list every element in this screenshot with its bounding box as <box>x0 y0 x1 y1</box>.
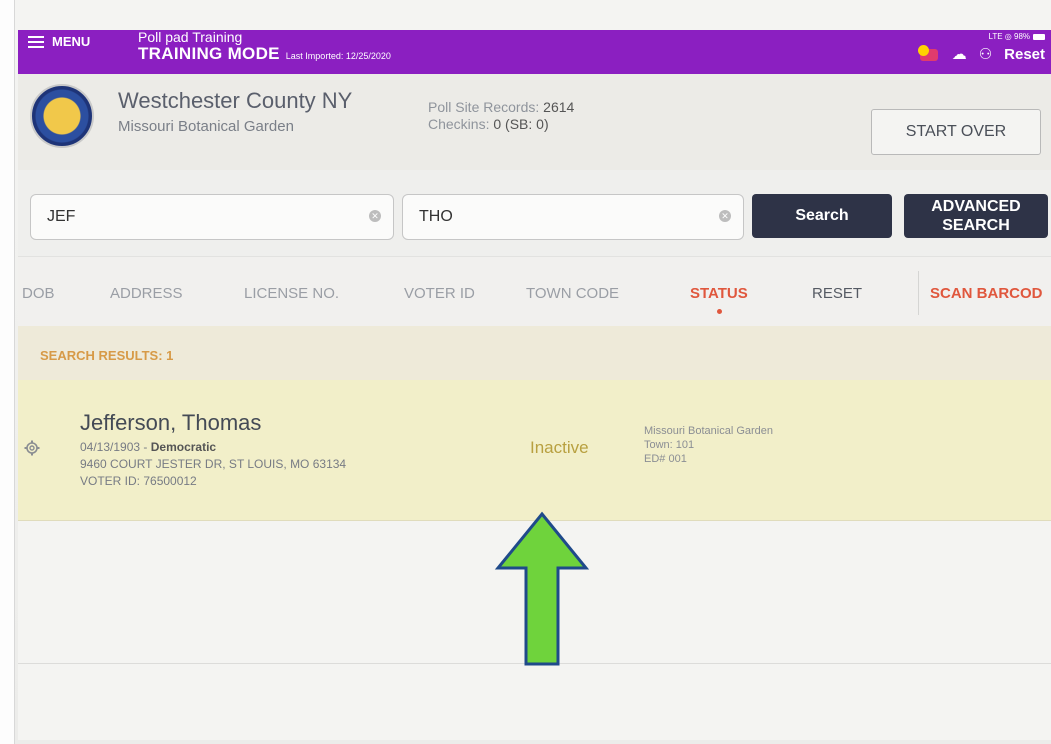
status-area: LTE ◎ 98% ☁ ⚇ Reset <box>917 32 1045 63</box>
checkins-label: Checkins: <box>428 116 490 132</box>
printer-alert-icon[interactable] <box>917 45 940 63</box>
training-mode-label: TRAINING MODE <box>138 44 280 63</box>
poll-site: Missouri Botanical Garden <box>644 425 774 437</box>
county-seal-logo <box>30 84 94 148</box>
results-header: SEARCH RESULTS: 1 <box>18 326 1051 380</box>
poll-ed: ED# 001 <box>644 453 687 465</box>
device-bezel <box>0 0 15 744</box>
signal-indicator: LTE ◎ 98% <box>988 32 1045 41</box>
battery-icon <box>1033 33 1045 40</box>
app-title: Poll pad Training <box>138 30 243 45</box>
gear-icon[interactable] <box>24 440 40 456</box>
results-count: SEARCH RESULTS: 1 <box>40 348 174 363</box>
poll-info: Missouri Botanical Garden Town: 101 ED# … <box>644 424 773 466</box>
filter-divider <box>918 271 919 315</box>
filter-reset-button[interactable]: RESET <box>812 285 862 302</box>
hamburger-icon <box>28 35 44 48</box>
advanced-search-button[interactable]: ADVANCED SEARCH <box>904 194 1048 238</box>
tab-town-code[interactable]: TOWN CODE <box>526 285 619 302</box>
voter-dob: 04/13/1903 <box>80 440 141 454</box>
records-value: 2614 <box>543 99 575 115</box>
voter-dob-party: 04/13/1903 - Democratic <box>80 440 217 454</box>
voter-id: VOTER ID: 76500012 <box>80 474 197 488</box>
tablet-screen: MENU Poll pad Training TRAINING MODE Las… <box>18 30 1051 740</box>
last-imported-text: Last Imported: 12/25/2020 <box>285 51 391 61</box>
records-summary: Poll Site Records: 2614 Checkins: 0 (SB:… <box>428 99 574 133</box>
tab-status[interactable]: STATUS <box>690 285 748 314</box>
first-name-input[interactable] <box>31 195 339 239</box>
tab-dob[interactable]: DOB <box>22 285 55 302</box>
county-header: Westchester County NY Missouri Botanical… <box>18 74 1051 170</box>
reset-button[interactable]: Reset <box>1004 46 1045 63</box>
records-label: Poll Site Records: <box>428 99 540 115</box>
voter-address: 9460 COURT JESTER DR, ST LOUIS, MO 63134 <box>80 457 347 471</box>
tab-voter-id[interactable]: VOTER ID <box>404 285 475 302</box>
voter-name: Jefferson, Thomas <box>80 410 262 435</box>
signal-text: LTE ◎ 98% <box>988 32 1030 41</box>
tab-address[interactable]: ADDRESS <box>110 285 183 302</box>
county-name: Westchester County NY <box>118 88 353 113</box>
app-title-block: Poll pad Training TRAINING MODE Last Imp… <box>138 30 391 64</box>
scan-barcode-button[interactable]: SCAN BARCOD <box>930 285 1043 302</box>
cloud-sync-icon[interactable]: ☁ <box>952 47 967 62</box>
users-icon[interactable]: ⚇ <box>979 47 992 62</box>
voter-status: Inactive <box>530 438 589 457</box>
clear-first-icon[interactable]: ✕ <box>369 210 381 222</box>
table-row[interactable]: Jefferson, Thomas 04/13/1903 - Democrati… <box>18 380 1051 521</box>
last-name-input[interactable] <box>403 195 693 239</box>
menu-label: MENU <box>52 34 91 49</box>
poll-site-name: Missouri Botanical Garden <box>118 118 294 135</box>
clear-last-icon[interactable]: ✕ <box>719 210 731 222</box>
first-name-field: ✕ <box>30 194 394 240</box>
tab-license[interactable]: LICENSE NO. <box>244 285 339 302</box>
voter-party: Democratic <box>150 440 217 454</box>
last-name-field: ✕ <box>402 194 744 240</box>
annotation-arrow-up-icon <box>494 511 590 666</box>
filter-bar: DOB ADDRESS LICENSE NO. VOTER ID TOWN CO… <box>18 256 1051 327</box>
start-over-button[interactable]: START OVER <box>871 109 1041 155</box>
search-button[interactable]: Search <box>752 194 892 238</box>
menu-button[interactable]: MENU <box>28 34 90 49</box>
top-bar: MENU Poll pad Training TRAINING MODE Las… <box>18 30 1051 74</box>
search-row: ✕ ✕ Search ADVANCED SEARCH <box>18 170 1051 256</box>
checkins-value: 0 (SB: 0) <box>493 116 549 132</box>
poll-town: Town: 101 <box>644 439 695 451</box>
